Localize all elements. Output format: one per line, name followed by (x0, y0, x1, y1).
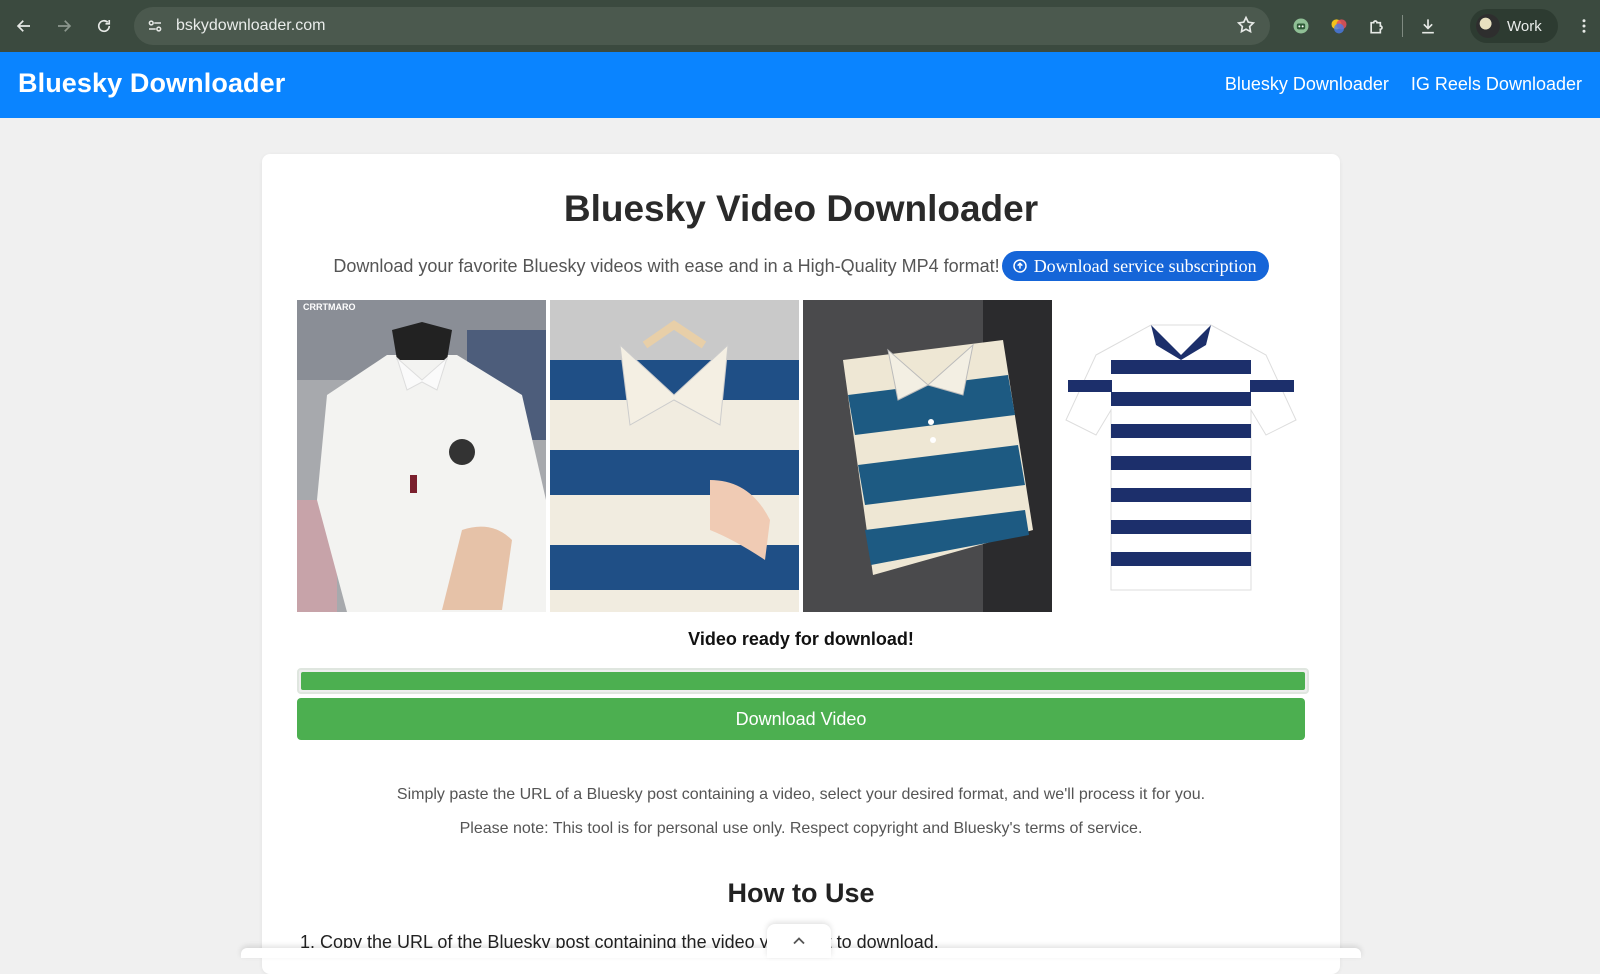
top-nav: Bluesky Downloader IG Reels Downloader (1225, 74, 1582, 95)
url-text[interactable]: bskydownloader.com (176, 17, 325, 35)
thumbnail-logo-text: CRRTMARO (303, 302, 356, 312)
site-info-icon[interactable] (136, 7, 174, 45)
back-button[interactable] (4, 0, 44, 52)
arrow-up-circle-icon (1012, 258, 1028, 274)
address-bar[interactable]: bskydownloader.com (134, 7, 1270, 45)
progress-bar (297, 668, 1309, 694)
thumbnail-folded-polo[interactable] (803, 300, 1052, 612)
extensions-puzzle-icon[interactable] (1358, 0, 1396, 52)
browser-toolbar: bskydownloader.com Work (0, 0, 1600, 52)
disclaimer-text: Please note: This tool is for personal u… (459, 820, 1143, 837)
instructions-text: Simply paste the URL of a Bluesky post c… (396, 786, 1206, 803)
bookmark-star-icon[interactable] (1236, 15, 1256, 40)
subtitle-row: Download your favorite Bluesky videos wi… (262, 251, 1340, 281)
chevron-up-icon (793, 937, 805, 945)
forward-button[interactable] (44, 0, 84, 52)
arrow-right-icon (58, 20, 72, 32)
download-status: Video ready for download! (688, 629, 914, 649)
thumbnail-product-polo[interactable] (1056, 300, 1305, 612)
site-brand[interactable]: Bluesky Downloader (18, 68, 285, 99)
video-thumbnails: CRRTMARO (297, 300, 1305, 612)
downloads-icon[interactable] (1409, 0, 1447, 52)
browser-menu-icon[interactable] (1568, 0, 1600, 52)
reload-icon (97, 19, 111, 33)
page-title: Bluesky Video Downloader (563, 188, 1039, 229)
extension-robot-icon[interactable] (1282, 0, 1320, 52)
subscription-button-label: Download service subscription (1033, 255, 1257, 276)
nav-link-ig-reels-downloader[interactable]: IG Reels Downloader (1411, 74, 1582, 95)
site-header: Bluesky Downloader Bluesky Downloader IG… (0, 52, 1600, 118)
subtitle: Download your favorite Bluesky videos wi… (333, 255, 1000, 276)
main-card: Bluesky Video Downloader Download your f… (262, 154, 1340, 974)
arrow-left-icon (16, 20, 30, 32)
thumbnail-white-polo[interactable]: CRRTMARO (297, 300, 546, 612)
avatar (1476, 14, 1500, 38)
profile-label: Work (1507, 17, 1542, 35)
download-video-button[interactable]: Download Video (297, 698, 1305, 740)
extension-colors-icon[interactable] (1320, 0, 1358, 52)
progress-fill (301, 672, 1305, 690)
toolbar-separator (1402, 15, 1403, 37)
collapse-drawer-button[interactable] (767, 924, 831, 958)
profile-button[interactable]: Work (1470, 9, 1558, 43)
nav-link-bluesky-downloader[interactable]: Bluesky Downloader (1225, 74, 1389, 95)
subscription-button[interactable]: Download service subscription (1001, 251, 1269, 281)
how-to-use-title: How to Use (727, 878, 875, 908)
extensions-area (1282, 0, 1447, 52)
thumbnail-striped-polo-hanger[interactable] (550, 300, 799, 612)
reload-button[interactable] (84, 0, 124, 52)
